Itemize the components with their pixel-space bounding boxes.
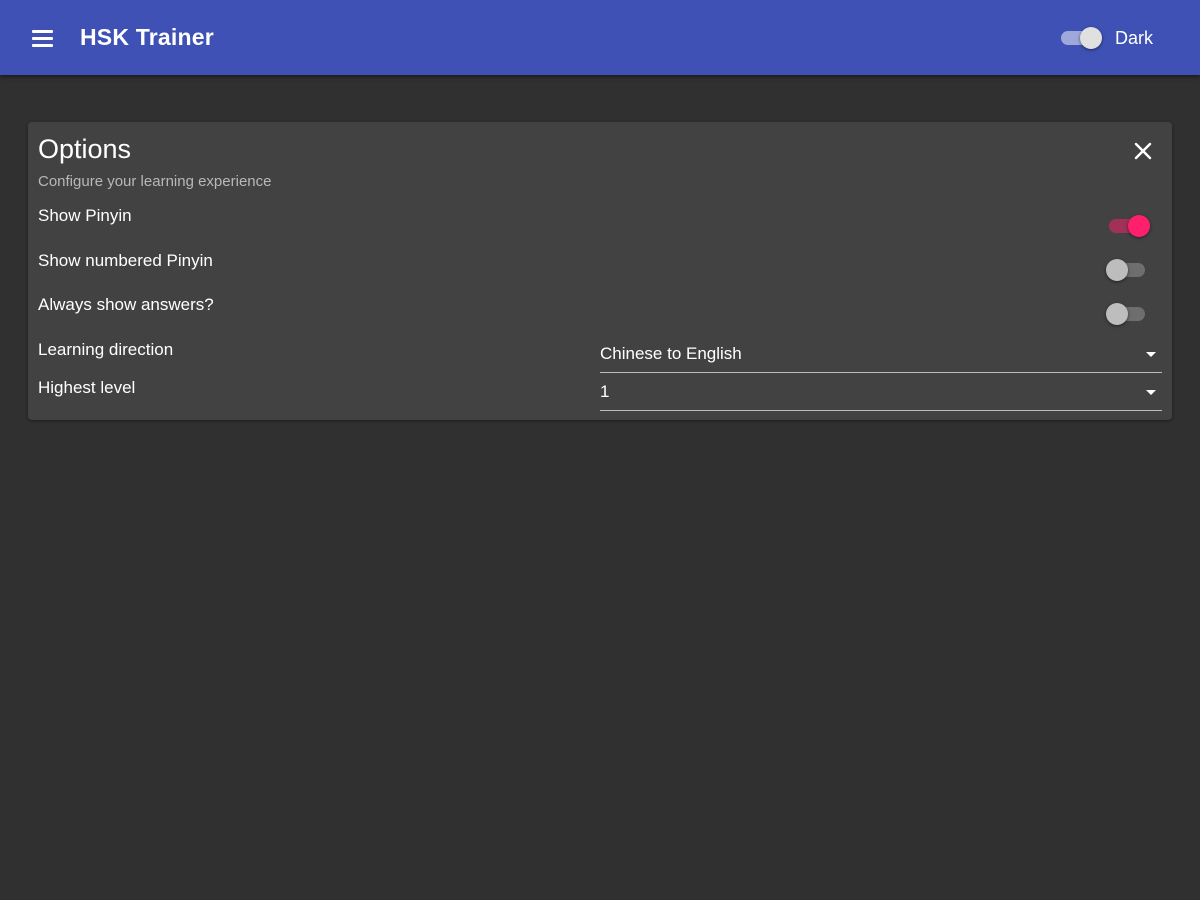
hamburger-menu-icon xyxy=(32,37,53,40)
show-numbered-pinyin-switch[interactable] xyxy=(1106,258,1150,282)
options-title: Options xyxy=(38,134,132,164)
highest-level-label: Highest level xyxy=(38,378,136,397)
show-pinyin-switch[interactable] xyxy=(1106,214,1150,238)
close-button[interactable] xyxy=(1128,136,1158,166)
options-subtitle: Configure your learning experience xyxy=(38,173,272,190)
switch-thumb xyxy=(1128,215,1150,237)
always-show-answers-label: Always show answers? xyxy=(38,295,214,314)
switch-thumb xyxy=(1106,303,1128,325)
dark-mode-switch[interactable] xyxy=(1058,26,1102,50)
dropdown-arrow-icon xyxy=(1146,390,1156,395)
learning-direction-value: Chinese to English xyxy=(600,344,742,363)
highest-level-select[interactable]: 1 xyxy=(600,378,1162,411)
switch-thumb xyxy=(1106,259,1128,281)
show-pinyin-label: Show Pinyin xyxy=(38,206,132,225)
learning-direction-select[interactable]: Chinese to English xyxy=(600,340,1162,373)
dark-mode-label: Dark xyxy=(1115,27,1154,48)
hamburger-menu-icon xyxy=(32,30,53,33)
highest-level-value: 1 xyxy=(600,382,610,401)
menu-button[interactable] xyxy=(30,28,54,48)
app-title: HSK Trainer xyxy=(80,24,214,50)
switch-thumb xyxy=(1080,27,1102,49)
dark-mode-toggle[interactable]: Dark xyxy=(1058,22,1168,54)
always-show-answers-switch[interactable] xyxy=(1106,302,1150,326)
close-icon xyxy=(1134,142,1152,160)
show-numbered-pinyin-label: Show numbered Pinyin xyxy=(38,251,213,270)
dropdown-arrow-icon xyxy=(1146,352,1156,357)
learning-direction-label: Learning direction xyxy=(38,340,174,359)
app-bar: HSK Trainer Dark xyxy=(0,0,1200,75)
options-card: Options Configure your learning experien… xyxy=(28,122,1172,420)
hamburger-menu-icon xyxy=(32,44,53,47)
